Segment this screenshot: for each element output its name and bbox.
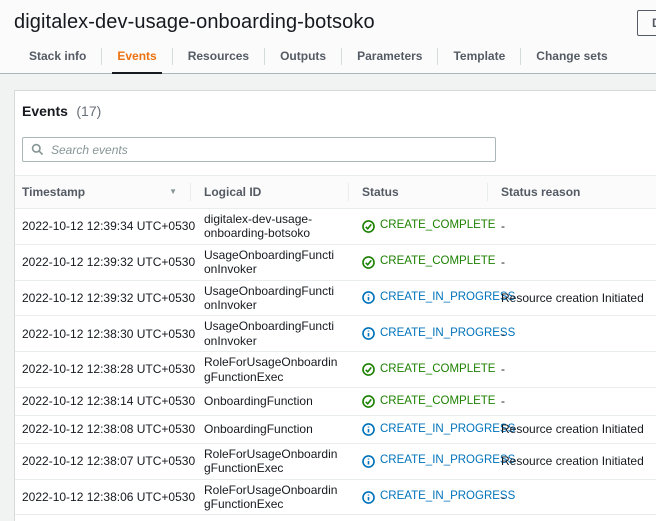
column-header-status-reason: Status reason	[488, 176, 656, 209]
tab-bar: Stack info Events Resources Outputs Para…	[0, 40, 656, 74]
status-success-icon	[362, 363, 375, 376]
table-row: 2022-10-12 12:38:07 UTC+0530 RoleForUsag…	[15, 443, 656, 479]
stack-detail-header: digitalex-dev-usage-onboarding-botsoko D…	[0, 0, 656, 74]
tab-parameters[interactable]: Parameters	[342, 40, 437, 73]
search-icon	[31, 143, 44, 156]
table-row: 2022-10-12 12:39:32 UTC+0530 UsageOnboar…	[15, 244, 656, 280]
logical-id-cell: OnboardingFunction	[191, 515, 349, 521]
status-success-icon	[362, 256, 375, 269]
status-in-progress-icon	[362, 455, 375, 468]
column-header-status: Status	[349, 176, 488, 209]
logical-id-cell: UsageOnboardingFunctionInvoker	[191, 244, 349, 280]
column-header-logical-id: Logical ID	[191, 176, 349, 209]
logical-id-cell: OnboardingFunction	[191, 415, 349, 443]
status-cell: CREATE_IN_PROGRESS	[349, 479, 488, 515]
status-success-icon	[362, 220, 375, 233]
status-cell: CREATE_IN_PROGRESS	[349, 316, 488, 352]
table-row: 2022-10-12 12:38:06 UTC+0530 RoleForUsag…	[15, 479, 656, 515]
table-row: 2022-10-12 12:38:14 UTC+0530 OnboardingF…	[15, 387, 656, 415]
table-row: 2022-10-12 12:39:34 UTC+0530 digitalex-d…	[15, 209, 656, 245]
status-cell: CREATE_IN_PROGRESS	[349, 280, 488, 316]
timestamp-cell: 2022-10-12 12:39:34 UTC+0530	[15, 209, 191, 245]
status-in-progress-icon	[362, 423, 375, 436]
tab-template[interactable]: Template	[438, 40, 520, 73]
status-reason-cell: -	[488, 352, 656, 388]
timestamp-cell: 2022-10-12 12:39:32 UTC+0530	[15, 280, 191, 316]
tab-resources[interactable]: Resources	[173, 40, 264, 73]
events-heading: Events	[22, 103, 68, 119]
timestamp-cell: 2022-10-12 12:38:28 UTC+0530	[15, 352, 191, 388]
sort-descending-icon[interactable]: ▼	[169, 188, 177, 196]
tab-change-sets[interactable]: Change sets	[521, 40, 622, 73]
status-cell: CREATE_IN_PROGRESS	[349, 415, 488, 443]
status-reason-cell: -	[488, 387, 656, 415]
logical-id-cell: OnboardingFunction	[191, 387, 349, 415]
logical-id-cell: digitalex-dev-usage-onboarding-botsoko	[191, 209, 349, 245]
timestamp-cell: 2022-10-12 12:39:32 UTC+0530	[15, 244, 191, 280]
events-count: (17)	[76, 103, 101, 119]
timestamp-cell: 2022-10-12 12:38:06 UTC+0530	[15, 479, 191, 515]
timestamp-cell: 2022-10-12 12:38:30 UTC+0530	[15, 316, 191, 352]
search-input[interactable]	[51, 143, 487, 157]
status-cell: CREATE_COMPLETE	[349, 209, 488, 245]
table-row: 2022-10-12 12:38:05 UTC+0530 OnboardingF…	[15, 515, 656, 521]
status-reason-cell: Resource creation Initiated	[488, 415, 656, 443]
logical-id-cell: UsageOnboardingFunctionInvoker	[191, 280, 349, 316]
timestamp-cell: 2022-10-12 12:38:14 UTC+0530	[15, 387, 191, 415]
status-cell: CREATE_IN_PROGRESS	[349, 443, 488, 479]
status-reason-cell: -	[488, 209, 656, 245]
logical-id-cell: RoleForUsageOnboardingFunctionExec	[191, 352, 349, 388]
timestamp-cell: 2022-10-12 12:38:05 UTC+0530	[15, 515, 191, 521]
timestamp-cell: 2022-10-12 12:38:08 UTC+0530	[15, 415, 191, 443]
logical-id-cell: RoleForUsageOnboardingFunctionExec	[191, 443, 349, 479]
table-row: 2022-10-12 12:38:28 UTC+0530 RoleForUsag…	[15, 352, 656, 388]
tab-events[interactable]: Events	[102, 40, 171, 73]
delete-button[interactable]: Delete	[637, 10, 656, 36]
status-cell: CREATE_COMPLETE	[349, 387, 488, 415]
status-reason-cell: -	[488, 244, 656, 280]
table-row: 2022-10-12 12:39:32 UTC+0530 UsageOnboar…	[15, 280, 656, 316]
search-box[interactable]	[22, 137, 496, 162]
status-cell: CREATE_COMPLETE	[349, 352, 488, 388]
status-reason-cell: -	[488, 515, 656, 521]
status-in-progress-icon	[362, 491, 375, 504]
table-row: 2022-10-12 12:38:30 UTC+0530 UsageOnboar…	[15, 316, 656, 352]
logical-id-cell: UsageOnboardingFunctionInvoker	[191, 316, 349, 352]
timestamp-cell: 2022-10-12 12:38:07 UTC+0530	[15, 443, 191, 479]
status-success-icon	[362, 395, 375, 408]
tab-outputs[interactable]: Outputs	[265, 40, 341, 73]
events-table: Timestamp ▼ Logical ID Status Status rea…	[15, 175, 656, 521]
status-reason-cell: Resource creation Initiated	[488, 280, 656, 316]
table-row: 2022-10-12 12:38:08 UTC+0530 OnboardingF…	[15, 415, 656, 443]
status-in-progress-icon	[362, 291, 375, 304]
page-title: digitalex-dev-usage-onboarding-botsoko	[14, 11, 656, 34]
status-cell: CREATE_COMPLETE	[349, 244, 488, 280]
status-reason-cell: Resource creation Initiated	[488, 443, 656, 479]
status-cell: CREATE_IN_PROGRESS	[349, 515, 488, 521]
status-in-progress-icon	[362, 327, 375, 340]
tab-stack-info[interactable]: Stack info	[14, 40, 101, 73]
column-header-timestamp[interactable]: Timestamp ▼	[15, 176, 191, 209]
logical-id-cell: RoleForUsageOnboardingFunctionExec	[191, 479, 349, 515]
events-panel: Events (17) Timestamp ▼	[14, 90, 656, 521]
